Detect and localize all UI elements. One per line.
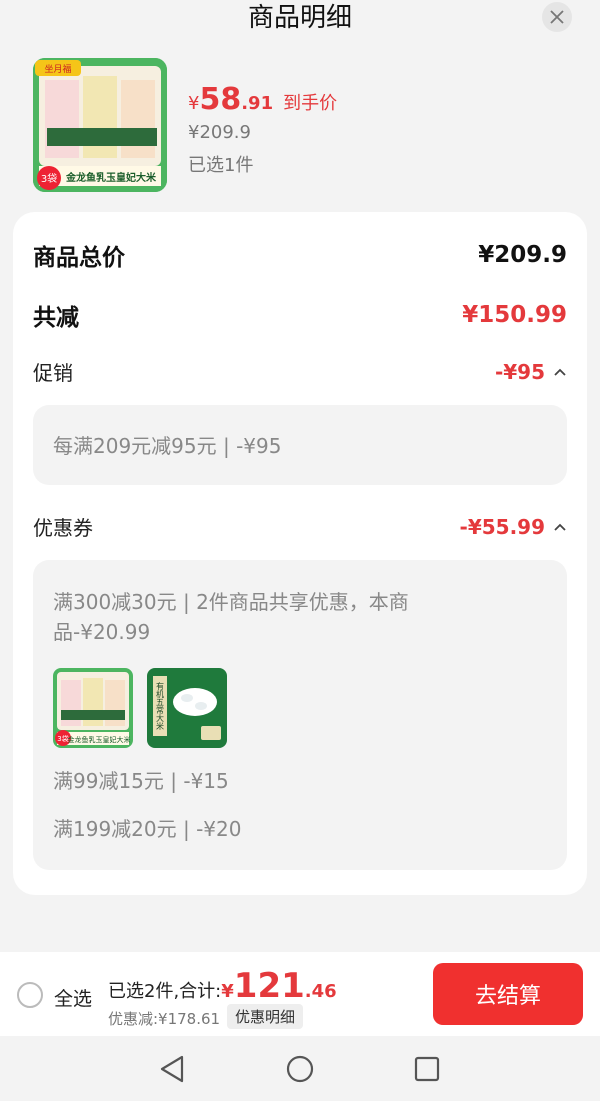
coupon-rule-2: 满99减15元 | -¥15 [53, 769, 229, 793]
checkout-bar: 全选 已选2件,合计: ¥ 121 .46 优惠减:¥178.61 优惠明细 去… [0, 952, 600, 1036]
product-thumbnail: 坐月福 3袋 金龙鱼乳玉皇妃大米 [33, 58, 167, 192]
promotion-value: -¥95 [494, 359, 545, 384]
original-price: ¥209.9 [188, 122, 251, 143]
promotion-row[interactable]: 促销 -¥95 [33, 357, 567, 386]
price-decimal: .91 [241, 93, 274, 114]
thumb-caption: 金龙鱼乳玉皇妃大米 [65, 171, 157, 184]
reduction-label: 共减 [33, 305, 79, 331]
coupon-detail-box: 满300减30元 | 2件商品共享优惠，本商 品-¥20.99 3袋 金龙鱼乳玉… [33, 560, 567, 870]
total-prefix: 已选2件,合计: [108, 981, 222, 1002]
price-label: 到手价 [283, 93, 338, 114]
coupon-item-thumbnail-2: 有机五常大米 [147, 668, 227, 748]
thumb-bag-count: 3袋 [41, 172, 57, 185]
home-icon[interactable] [285, 1054, 315, 1084]
chevron-up-icon[interactable] [553, 520, 567, 534]
checkout-button[interactable]: 去结算 [433, 963, 583, 1025]
total-integer: 121 [233, 966, 305, 1006]
total-decimal: .46 [304, 981, 337, 1002]
final-price: ¥ 58 .91 到手价 [188, 82, 337, 117]
selected-count: 已选1件 [188, 155, 254, 176]
price-integer: 58 [199, 82, 242, 117]
page-title: 商品明细 [247, 3, 352, 33]
select-all-radio[interactable] [17, 982, 43, 1008]
system-nav-bar [0, 1036, 600, 1101]
promotion-label: 促销 [33, 361, 73, 385]
total-line: 已选2件,合计: ¥ 121 .46 [108, 966, 337, 1006]
reduction-row: 共减 ¥150.99 [33, 298, 567, 332]
close-button[interactable] [542, 2, 572, 32]
price-symbol: ¥ [188, 93, 200, 114]
coupon-item-caption: 金龙鱼乳玉皇妃大米 [68, 735, 131, 744]
price-detail-card: 商品总价 ¥209.9 共减 ¥150.99 促销 -¥95 每满209元减95… [13, 212, 587, 895]
discount-detail-button[interactable]: 优惠明细 [227, 1004, 304, 1029]
thumb-top-badge: 坐月福 [44, 63, 71, 75]
chevron-up-icon[interactable] [553, 365, 567, 379]
reduction-value: ¥150.99 [462, 302, 567, 328]
promotion-detail-box: 每满209元减95元 | -¥95 [33, 405, 567, 485]
select-all-label[interactable]: 全选 [54, 984, 92, 1011]
coupon-value: -¥55.99 [459, 514, 545, 539]
total-price-value: ¥209.9 [478, 242, 567, 268]
total-symbol: ¥ [221, 981, 234, 1002]
coupon-item-thumbnail: 3袋 金龙鱼乳玉皇妃大米 [53, 668, 133, 748]
coupon-detail-line1: 满300减30元 | 2件商品共享优惠，本商 [53, 590, 409, 614]
total-price-label: 商品总价 [33, 245, 125, 271]
coupon-item-2-text: 有机五常大米 [156, 681, 165, 731]
discount-text: 优惠减:¥178.61 [108, 1010, 221, 1028]
coupon-rule-3: 满199减20元 | -¥20 [53, 817, 242, 841]
total-price-row: 商品总价 ¥209.9 [33, 238, 567, 272]
back-icon[interactable] [158, 1054, 186, 1084]
coupon-detail-line2: 品-¥20.99 [53, 620, 151, 644]
promotion-detail: 每满209元减95元 | -¥95 [53, 434, 282, 458]
recents-icon[interactable] [414, 1056, 440, 1082]
coupon-row[interactable]: 优惠券 -¥55.99 [33, 512, 567, 541]
close-icon [550, 10, 564, 24]
coupon-label: 优惠券 [33, 516, 93, 540]
